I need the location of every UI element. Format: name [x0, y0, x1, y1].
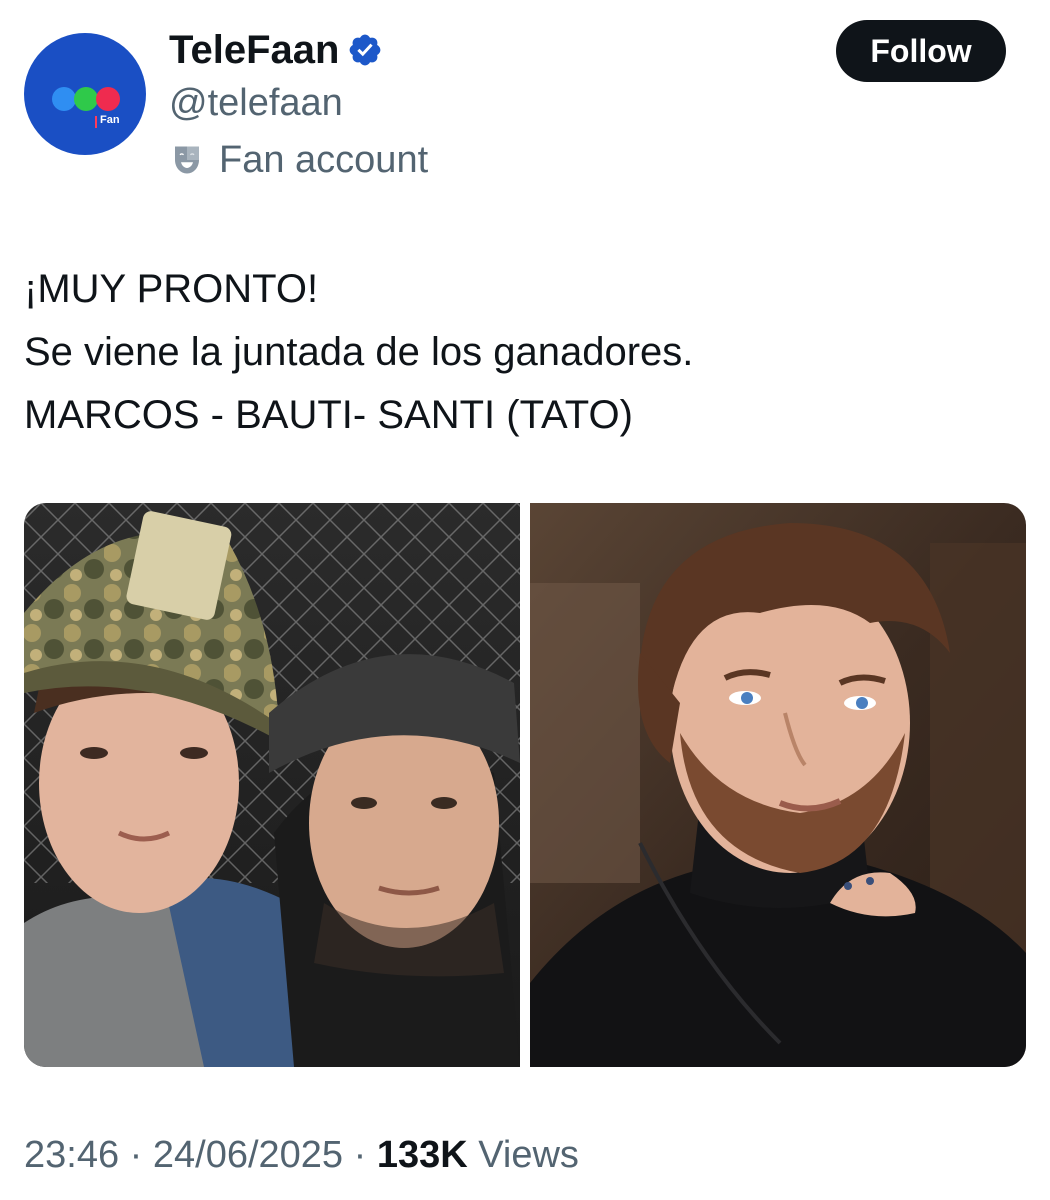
photo-man-portrait-illustration [530, 503, 1026, 1067]
affiliation-label[interactable]: Fan account [219, 137, 428, 183]
avatar-dot-green [74, 87, 98, 111]
media-photo-2[interactable] [530, 503, 1026, 1067]
tweet-text: ¡MUY PRONTO! Se viene la juntada de los … [24, 258, 1024, 447]
meta-separator: · [353, 1134, 367, 1176]
verified-badge-icon[interactable] [347, 32, 383, 68]
author-avatar[interactable]: Fan [24, 33, 146, 155]
author-handle[interactable]: @telefaan [169, 80, 343, 126]
meta-separator: · [129, 1134, 143, 1176]
tweet-media [24, 503, 1026, 1067]
tweet-line-2: Se viene la juntada de los ganadores. [24, 330, 694, 374]
photo-two-men-illustration [24, 503, 520, 1067]
tweet-line-3: MARCOS - BAUTI- SANTI (TATO) [24, 393, 633, 437]
affiliation-row: Fan account [169, 137, 428, 183]
tweet-meta: 23:46 · 24/06/2025 · 133K Views [24, 1130, 579, 1180]
avatar-label: Fan [100, 114, 120, 126]
media-photo-1[interactable] [24, 503, 520, 1067]
author-name-row: TeleFaan [169, 26, 383, 74]
views-count: 133K [376, 1134, 468, 1176]
follow-button[interactable]: Follow [836, 20, 1006, 82]
avatar-bar [95, 116, 97, 128]
tweet-line-1: ¡MUY PRONTO! [24, 267, 319, 311]
avatar-dot-red [96, 87, 120, 111]
views-label: Views [478, 1134, 579, 1176]
avatar-dot-blue [52, 87, 76, 111]
tweet-date[interactable]: 24/06/2025 [153, 1134, 343, 1176]
author-display-name[interactable]: TeleFaan [169, 26, 339, 74]
tweet-time[interactable]: 23:46 [24, 1134, 119, 1176]
theater-mask-icon [169, 142, 205, 178]
